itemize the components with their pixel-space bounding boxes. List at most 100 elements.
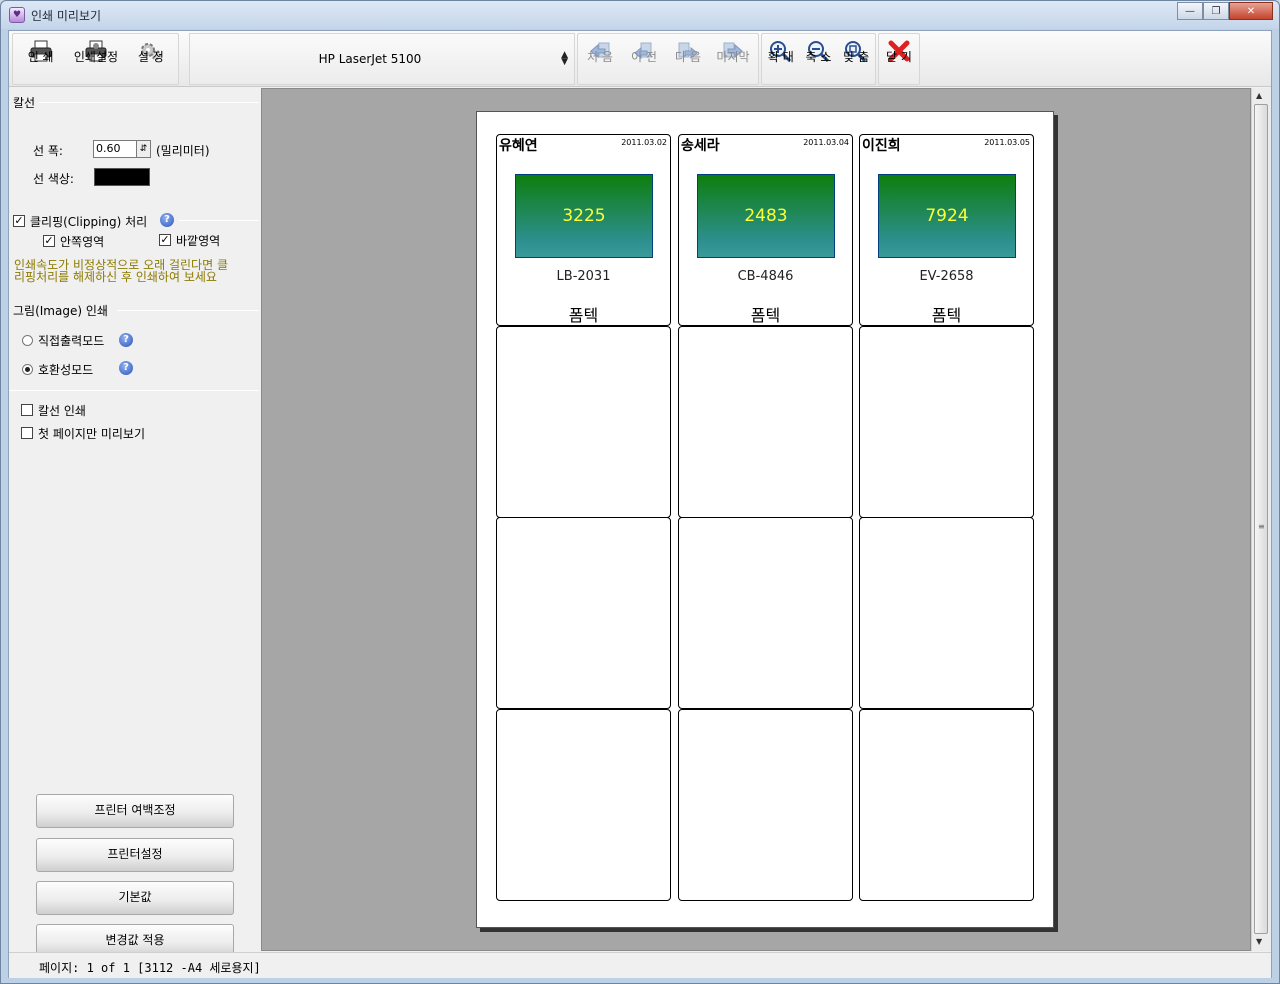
navigation-group: 처 음 이 전 다 음 마지막 (577, 33, 759, 85)
label-date: 2011.03.04 (803, 138, 849, 147)
inner-area-checkbox[interactable]: ✓ (43, 235, 55, 247)
label-cell: 이진희 2011.03.05 7924 EV-2658 폼텍 (859, 134, 1034, 326)
print-button[interactable]: 인 쇄 (13, 34, 68, 84)
printer-select[interactable]: HP LaserJet 5100 ▲ ▼ (189, 33, 575, 85)
label-number-box: 2483 (697, 174, 835, 258)
ruled-line-section-title: 칼선 (13, 96, 36, 110)
clipping-label: 클리핑(Clipping) 처리 (30, 215, 148, 229)
next-page-button[interactable]: 다 음 (666, 34, 710, 84)
label-name: 송세라 (681, 138, 720, 154)
direct-mode-label: 직접출력모드 (38, 334, 105, 348)
label-company: 폼텍 (931, 306, 962, 325)
printer-select-value: HP LaserJet 5100 (318, 52, 422, 66)
settings-label: 설 정 (137, 50, 164, 64)
print-setup-label: 인쇄설정 (73, 50, 119, 64)
window-close-button[interactable]: ✕ (1229, 2, 1273, 20)
print-setup-button[interactable]: 인쇄설정 (68, 34, 123, 84)
preview-area[interactable]: 유혜연 2011.03.02 3225 LB-2031 폼텍 송세라 2011.… (261, 88, 1251, 951)
label-code: LB-2031 (556, 269, 611, 284)
options-panel: 칼선 선 폭: 0.60 ⇵ (밀리미터) 선 색상: ✓ 클리핑(Clippi… (9, 88, 261, 958)
compat-mode-radio[interactable] (22, 364, 33, 375)
first-page-button[interactable]: 처 음 (578, 34, 622, 84)
image-section-title: 그림(Image) 인쇄 (13, 304, 108, 318)
empty-label-cell (859, 326, 1034, 518)
zoom-group: 확 대 축 소 맞 춤 (761, 33, 876, 85)
first-page-only-label: 첫 페이지만 미리보기 (38, 427, 145, 441)
label-cell: 송세라 2011.03.04 2483 CB-4846 폼텍 (678, 134, 853, 326)
compat-mode-label: 호환성모드 (38, 363, 94, 377)
app-icon: ♥ (9, 7, 25, 23)
zoom-out-button[interactable]: 축 소 (800, 34, 838, 84)
maximize-button[interactable]: ❐ (1203, 2, 1229, 20)
print-lines-checkbox[interactable] (21, 404, 33, 416)
divider (179, 220, 259, 221)
vertical-scrollbar[interactable]: ▲ ≡ ▼ (1251, 88, 1271, 951)
label-name: 이진희 (862, 138, 901, 154)
window-title: 인쇄 미리보기 (31, 9, 102, 23)
zoom-in-button[interactable]: 확 대 (762, 34, 800, 84)
line-width-unit: (밀리미터) (156, 144, 210, 158)
page-status: 페이지: 1 of 1 [3112 -A4 세로용지] (39, 961, 261, 975)
label-company: 폼텍 (750, 306, 781, 325)
line-width-label: 선 폭: (33, 144, 63, 158)
prev-page-label: 이 전 (631, 50, 657, 64)
last-page-label: 마지막 (716, 50, 750, 64)
warning-line-2: 리핑처리를 해제하신 후 인쇄하여 보세요 (14, 270, 217, 284)
label-code: CB-4846 (737, 269, 794, 284)
inner-area-label: 안쪽영역 (60, 235, 105, 249)
fit-button[interactable]: 맞 춤 (837, 34, 875, 84)
clipping-warning: 인쇄속도가 비정상적으로 오래 걸린다면 클 리핑처리를 해제하신 후 인쇄하여… (14, 259, 254, 283)
minimize-button[interactable]: — (1177, 2, 1203, 20)
zoom-out-label: 축 소 (805, 50, 832, 64)
line-width-value: 0.60 (96, 142, 121, 155)
printer-setup-button[interactable]: 프린터설정 (36, 838, 234, 872)
label-name: 유혜연 (499, 138, 538, 154)
settings-button[interactable]: 설 정 (124, 34, 178, 84)
close-label: 닫 기 (886, 50, 912, 64)
print-lines-label: 칼선 인쇄 (38, 404, 86, 418)
help-icon[interactable]: ? (160, 213, 174, 227)
empty-label-cell (496, 517, 671, 709)
clipping-checkbox[interactable]: ✓ (13, 215, 25, 227)
first-page-label: 처 음 (587, 50, 613, 64)
divider (9, 390, 259, 391)
label-company: 폼텍 (568, 306, 599, 325)
scroll-thumb[interactable]: ≡ (1254, 104, 1268, 934)
empty-label-cell (496, 326, 671, 518)
line-width-spinner[interactable]: 0.60 ⇵ (93, 140, 151, 158)
help-icon[interactable]: ? (119, 333, 133, 347)
client-area: 인 쇄 인쇄설정 설 정 HP LaserJet 5100 ▲ ▼ 처 음 이 … (8, 30, 1272, 978)
scroll-down-icon[interactable]: ▼ (1256, 937, 1262, 946)
last-page-button[interactable]: 마지막 (710, 34, 756, 84)
print-preview-window: ♥ 인쇄 미리보기 — ❐ ✕ 인 쇄 인쇄설정 설 정 HP LaserJet… (0, 0, 1280, 984)
direct-mode-radio[interactable] (22, 335, 33, 346)
outer-area-label: 바깥영역 (176, 234, 221, 248)
scroll-up-icon[interactable]: ▲ (1256, 91, 1262, 100)
default-button[interactable]: 기본값 (36, 881, 234, 915)
label-number: 2483 (744, 206, 788, 226)
paper-page: 유혜연 2011.03.02 3225 LB-2031 폼텍 송세라 2011.… (476, 111, 1054, 928)
outer-area-checkbox[interactable]: ✓ (159, 234, 171, 246)
fit-label: 맞 춤 (843, 50, 870, 64)
label-number-box: 7924 (878, 174, 1016, 258)
zoom-in-label: 확 대 (767, 50, 794, 64)
window-controls: — ❐ ✕ (1177, 2, 1273, 20)
help-icon[interactable]: ? (119, 361, 133, 375)
empty-label-cell (678, 517, 853, 709)
spinner-arrows-icon[interactable]: ⇵ (136, 141, 150, 157)
toolbar: 인 쇄 인쇄설정 설 정 HP LaserJet 5100 ▲ ▼ 처 음 이 … (9, 31, 1271, 87)
first-page-only-checkbox[interactable] (21, 427, 33, 439)
prev-page-button[interactable]: 이 전 (622, 34, 666, 84)
empty-label-cell (678, 326, 853, 518)
line-color-swatch[interactable] (94, 168, 150, 186)
label-date: 2011.03.05 (984, 138, 1030, 147)
label-date: 2011.03.02 (621, 138, 667, 147)
divider (39, 102, 259, 103)
close-group: 닫 기 (878, 33, 920, 85)
label-code: EV-2658 (919, 269, 974, 284)
grip-icon: ≡ (1258, 522, 1265, 531)
printer-margin-button[interactable]: 프린터 여백조정 (36, 794, 234, 828)
close-button[interactable]: 닫 기 (879, 34, 919, 84)
next-page-label: 다 음 (675, 50, 701, 64)
select-arrows-icon: ▲ ▼ (561, 50, 568, 67)
